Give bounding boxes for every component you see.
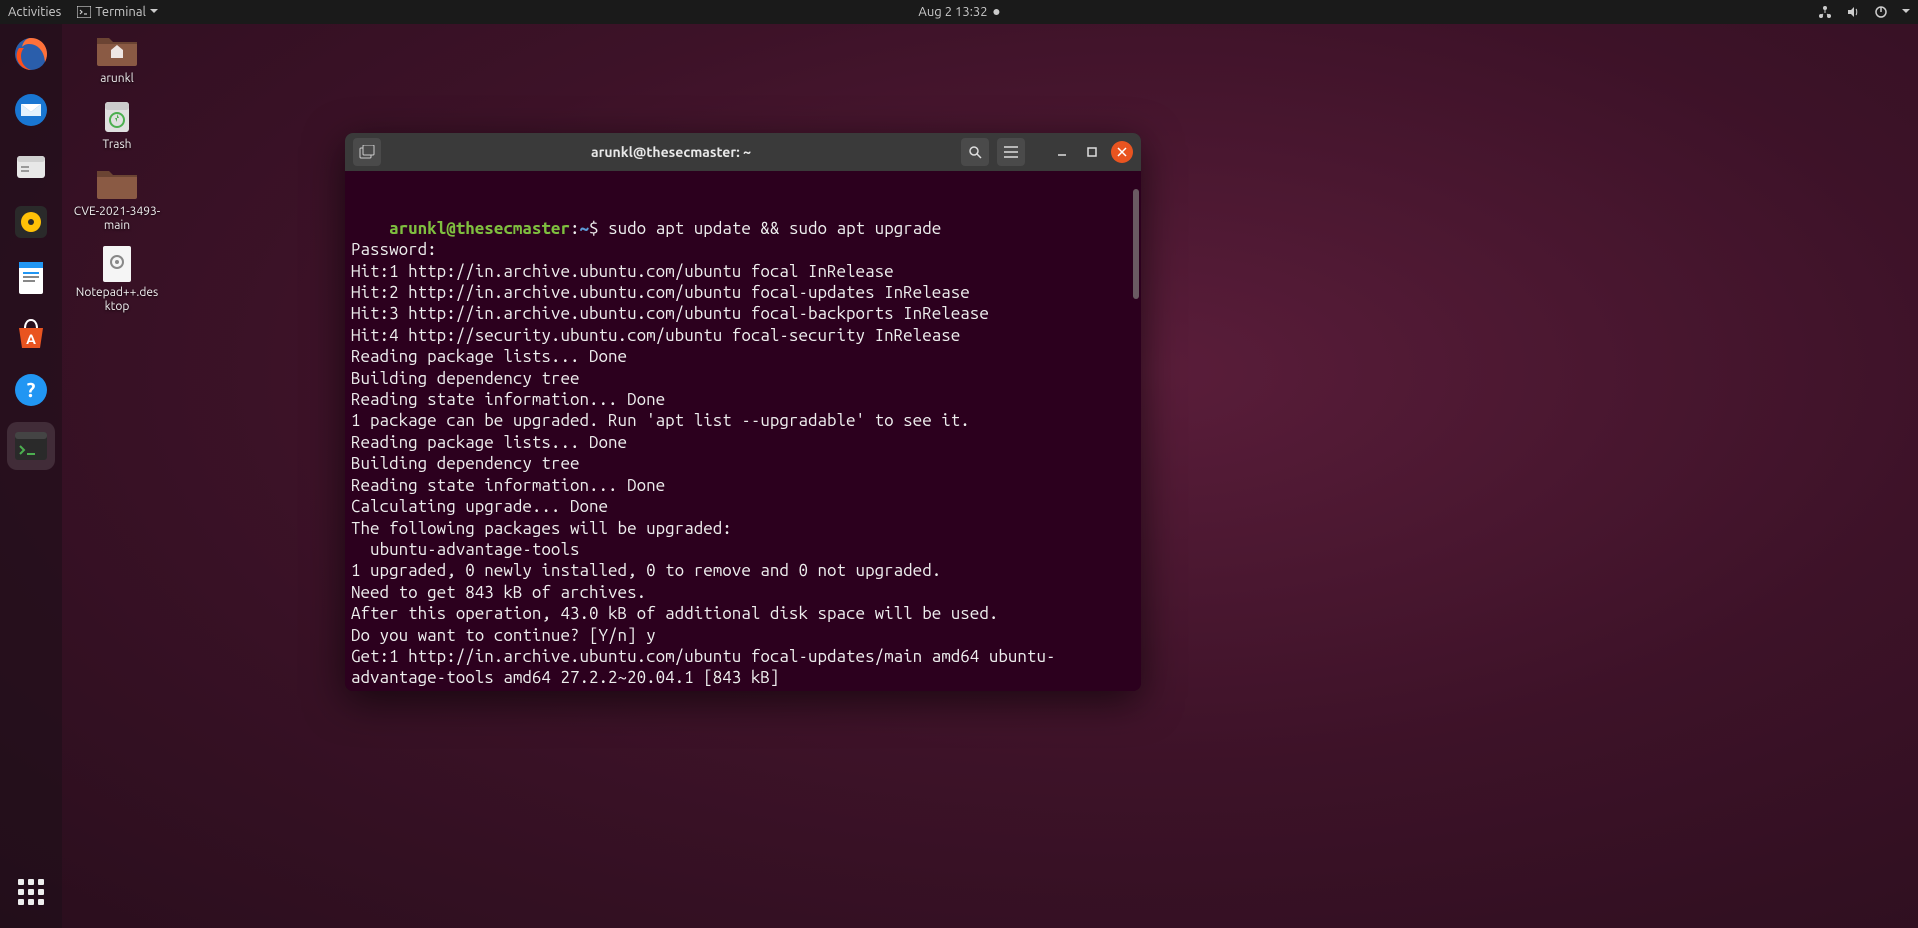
firefox-icon [11, 34, 51, 74]
dock-rhythmbox[interactable] [7, 198, 55, 246]
file-icon [99, 244, 135, 284]
icon-label: Notepad++.desktop [73, 286, 161, 315]
hamburger-icon [1004, 146, 1018, 158]
scrollbar[interactable] [1133, 189, 1139, 299]
gnome-topbar: Activities Terminal Aug 2 13:32 [0, 0, 1918, 24]
show-applications[interactable] [7, 868, 55, 916]
dock-libreoffice[interactable] [7, 254, 55, 302]
dock-firefox[interactable] [7, 30, 55, 78]
dnd-dot-icon [994, 9, 1000, 15]
thunderbird-icon [11, 90, 51, 130]
help-icon: ? [11, 370, 51, 410]
clock[interactable]: Aug 2 13:32 [918, 5, 999, 19]
dock-software[interactable]: A [7, 310, 55, 358]
status-area[interactable] [1818, 5, 1910, 19]
desktop-trash[interactable]: Trash [72, 96, 162, 152]
search-icon [968, 145, 982, 159]
new-tab-button[interactable] [353, 138, 381, 166]
folder-home-icon [95, 32, 139, 68]
command-text: sudo apt update && sudo apt upgrade [608, 219, 941, 238]
desktop-file-notepad[interactable]: Notepad++.desktop [72, 244, 162, 315]
music-icon [11, 202, 51, 242]
svg-text:A: A [26, 331, 36, 347]
desktop-home-folder[interactable]: arunkl [72, 30, 162, 86]
svg-text:?: ? [27, 378, 36, 401]
dock-help[interactable]: ? [7, 366, 55, 414]
search-button[interactable] [961, 138, 989, 166]
tab-plus-icon [359, 145, 375, 159]
menu-button[interactable] [997, 138, 1025, 166]
folder-icon [95, 165, 139, 201]
minimize-button[interactable] [1051, 141, 1073, 163]
window-title: arunkl@thesecmaster: ~ [389, 144, 953, 160]
dock: A ? [0, 24, 62, 928]
activities-button[interactable]: Activities [8, 5, 61, 19]
titlebar[interactable]: arunkl@thesecmaster: ~ [345, 133, 1141, 171]
terminal-icon [11, 426, 51, 466]
grid-icon [18, 879, 44, 905]
minimize-icon [1057, 147, 1067, 157]
files-icon [11, 146, 51, 186]
power-icon [1874, 5, 1888, 19]
chevron-down-icon [150, 9, 158, 15]
writer-icon [11, 258, 51, 298]
maximize-icon [1087, 147, 1097, 157]
prompt-userhost: arunkl@thesecmaster [389, 219, 570, 238]
dock-thunderbird[interactable] [7, 86, 55, 134]
desktop-icons: arunkl Trash CVE-2021-3493-main Notepad+… [72, 30, 162, 314]
terminal-icon [77, 6, 91, 18]
dock-terminal[interactable] [7, 422, 55, 470]
terminal-window: arunkl@thesecmaster: ~ arunkl@thesecmast… [345, 133, 1141, 691]
desktop-folder-cve[interactable]: CVE-2021-3493-main [72, 163, 162, 234]
trash-icon [97, 96, 137, 136]
icon-label: arunkl [100, 72, 134, 86]
network-icon [1818, 5, 1832, 19]
maximize-button[interactable] [1081, 141, 1103, 163]
app-menu-label: Terminal [95, 5, 146, 19]
terminal-content[interactable]: arunkl@thesecmaster:~$ sudo apt update &… [345, 171, 1141, 691]
app-menu[interactable]: Terminal [77, 5, 158, 19]
terminal-output: Password: Hit:1 http://in.archive.ubuntu… [351, 239, 1135, 691]
software-icon: A [11, 314, 51, 354]
close-button[interactable] [1111, 141, 1133, 163]
close-icon [1117, 147, 1127, 157]
icon-label: CVE-2021-3493-main [73, 205, 161, 234]
prompt-path: ~ [580, 219, 590, 238]
icon-label: Trash [102, 138, 131, 152]
volume-icon [1846, 5, 1860, 19]
chevron-down-icon [1902, 9, 1910, 15]
dock-files[interactable] [7, 142, 55, 190]
